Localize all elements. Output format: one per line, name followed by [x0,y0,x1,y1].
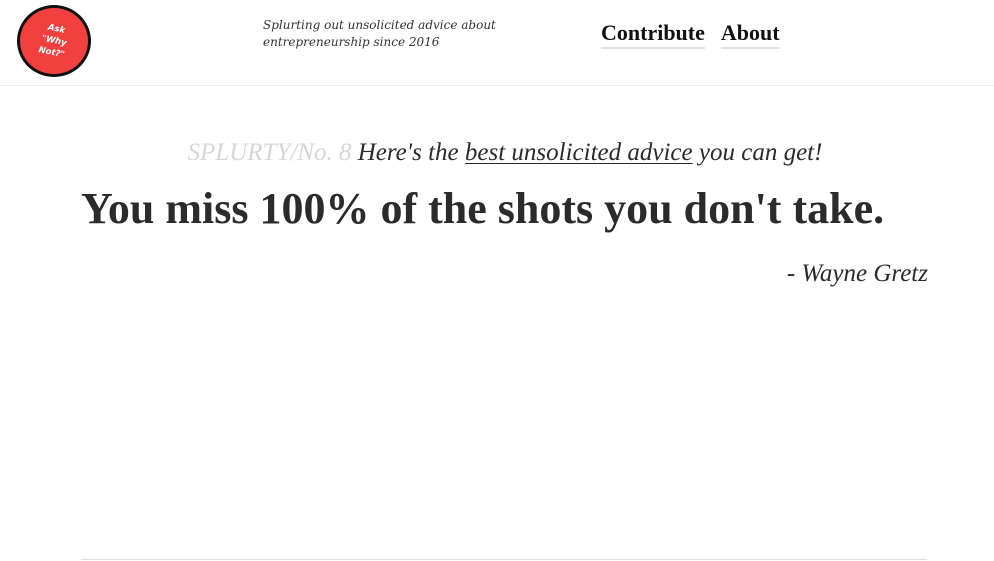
advice-quote: You miss 100% of the shots you don't tak… [81,184,885,233]
intro-suffix: you can get! [698,139,823,166]
intro-prefix: Here's the [357,139,459,166]
main-nav: Contribute About [601,20,780,49]
logo-badge[interactable]: Ask "Why Not?" [17,5,91,77]
footer-divider [81,559,927,560]
best-advice-link[interactable]: best unsolicited advice [465,139,693,166]
quote-author: - Wayne Gretz [786,260,928,287]
advice-intro: SPLURTY/No. 8 Here's the best unsolicite… [0,137,994,169]
tagline: Splurting out unsolicited advice about e… [263,18,496,49]
site-header: Ask "Why Not?" Splurting out unsolicited… [0,0,994,86]
nav-about-link[interactable]: About [720,20,780,49]
logo-text: Ask "Why Not?" [37,22,68,61]
splurty-counter: SPLURTY/No. 8 [187,139,352,166]
nav-contribute-link[interactable]: Contribute [601,20,705,49]
